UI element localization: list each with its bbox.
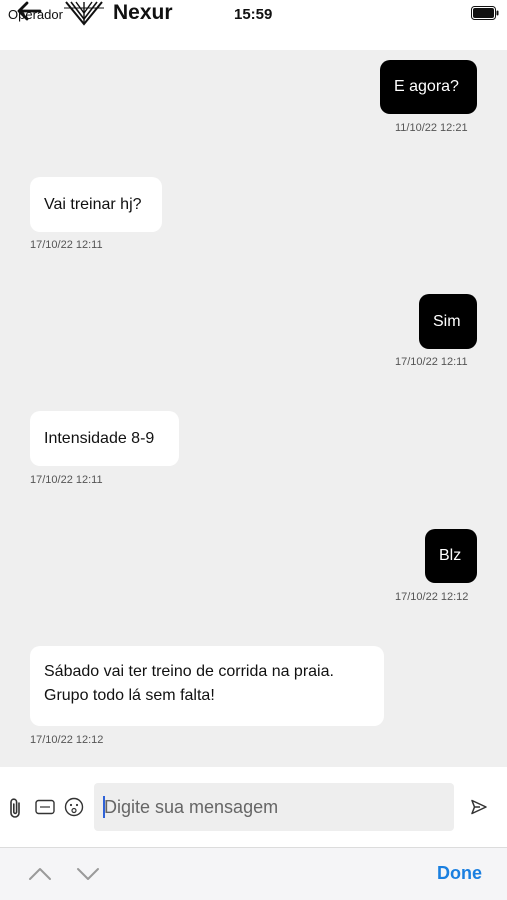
- text-cursor: [103, 796, 105, 818]
- message-timestamp: 11/10/22 12:21: [395, 122, 468, 134]
- message-bubble-outgoing[interactable]: Blz: [425, 529, 477, 583]
- message-timestamp: 17/10/22 12:11: [30, 474, 103, 486]
- message-list[interactable]: E agora? 11/10/22 12:21 Vai treinar hj? …: [0, 50, 507, 767]
- message-bubble-incoming[interactable]: Intensidade 8-9: [30, 411, 179, 466]
- brand-logo-icon: [64, 1, 104, 26]
- message-bubble-incoming[interactable]: Sábado vai ter treino de corrida na prai…: [30, 646, 384, 726]
- chevron-up-icon[interactable]: [28, 866, 52, 882]
- message-text-line: Sábado vai ter treino de corrida na prai…: [44, 663, 334, 680]
- message-timestamp: 17/10/22 12:12: [395, 591, 469, 603]
- message-text: Blz: [439, 547, 462, 564]
- chat-title: Nexur: [113, 1, 173, 24]
- message-timestamp: 17/10/22 12:11: [30, 239, 103, 251]
- message-bubble-outgoing[interactable]: Sim: [419, 294, 477, 349]
- message-input[interactable]: [94, 783, 454, 831]
- message-text-line: Grupo todo lá sem falta!: [44, 687, 215, 704]
- chevron-down-icon[interactable]: [76, 866, 100, 882]
- message-timestamp: 17/10/22 12:11: [395, 356, 468, 368]
- chat-header: Nexur: [0, 0, 507, 30]
- emoji-icon[interactable]: [63, 796, 85, 818]
- message-bubble-incoming[interactable]: Vai treinar hj?: [30, 177, 162, 232]
- message-text: E agora?: [394, 78, 459, 95]
- message-composer: [0, 767, 507, 847]
- message-input-container[interactable]: [94, 783, 454, 831]
- done-button[interactable]: Done: [437, 863, 482, 884]
- paperclip-icon[interactable]: [4, 795, 26, 821]
- gif-icon[interactable]: [34, 797, 56, 817]
- message-text: Vai treinar hj?: [44, 195, 142, 213]
- message-text: Intensidade 8-9: [44, 429, 155, 447]
- back-arrow-icon[interactable]: [14, 0, 44, 24]
- keyboard-accessory-bar: Done: [0, 847, 507, 900]
- message-bubble-outgoing[interactable]: E agora?: [380, 60, 477, 114]
- send-icon[interactable]: [468, 797, 490, 817]
- message-text: Sim: [433, 312, 461, 330]
- message-timestamp: 17/10/22 12:12: [30, 734, 104, 746]
